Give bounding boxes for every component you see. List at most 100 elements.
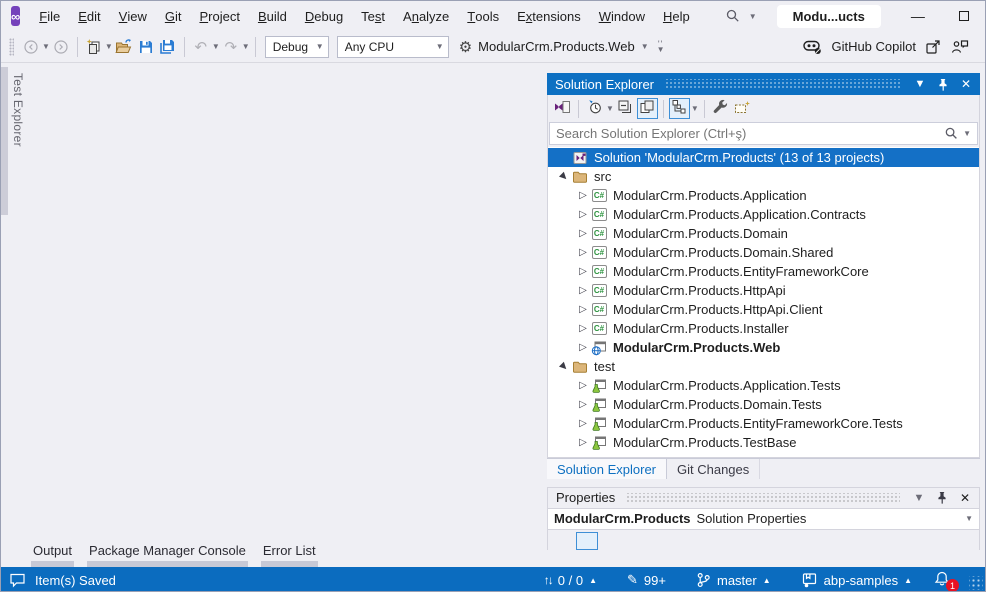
expand-arrow-icon[interactable]: ▷ (575, 247, 591, 258)
tree-row[interactable]: ▷C#ModularCrm.Products.Domain (548, 224, 979, 243)
redo-dropdown-icon[interactable]: ▼ (242, 42, 250, 51)
properties-wrench-button[interactable] (710, 98, 731, 119)
expand-arrow-icon[interactable]: ▷ (575, 437, 591, 448)
menu-analyze[interactable]: Analyze (394, 1, 458, 31)
bottom-tab-package-manager-console[interactable]: Package Manager Console (87, 541, 248, 567)
notifications-button[interactable]: 1 (933, 570, 955, 590)
menu-tools[interactable]: Tools (458, 1, 508, 31)
navigate-forward-button[interactable] (50, 35, 72, 59)
tree-row[interactable]: ▷C#ModularCrm.Products.EntityFrameworkCo… (548, 262, 979, 281)
feedback-icon[interactable] (951, 39, 969, 55)
search-input[interactable] (556, 126, 944, 141)
bottom-tab-output[interactable]: Output (31, 541, 74, 567)
tree-row[interactable]: ▷C#ModularCrm.Products.HttpApi.Client (548, 300, 979, 319)
tree-row[interactable]: ▷ModularCrm.Products.Domain.Tests (548, 395, 979, 414)
menu-debug[interactable]: Debug (296, 1, 352, 31)
tree-row[interactable]: ▷ModularCrm.Products.Application.Tests (548, 376, 979, 395)
expand-arrow-icon[interactable]: ▷ (575, 380, 591, 391)
pin-icon[interactable] (934, 490, 950, 506)
alphabetical-button[interactable] (602, 532, 618, 550)
solution-configuration-combo[interactable]: Debug ▼ (265, 36, 329, 58)
expand-arrow-icon[interactable]: ▷ (575, 323, 591, 334)
menu-extensions[interactable]: Extensions (508, 1, 590, 31)
menu-view[interactable]: View (110, 1, 156, 31)
navigate-back-button[interactable] (20, 35, 42, 59)
dropdown-chevron-icon[interactable]: ▼ (691, 104, 699, 113)
tree-row[interactable]: ▷C#ModularCrm.Products.Application (548, 186, 979, 205)
tree-row-solution[interactable]: Solution 'ModularCrm.Products' (13 of 13… (548, 148, 979, 167)
properties-header[interactable]: Properties ▼ ✕ (547, 487, 980, 508)
expand-arrow-icon[interactable]: ▷ (575, 418, 591, 429)
sync-status-button[interactable]: ↑↓ 0 / 0 ▲ (529, 573, 612, 588)
toolbar-overflow-button[interactable]: ''▼ (657, 42, 665, 52)
solution-platform-combo[interactable]: Any CPU ▼ (337, 36, 449, 58)
dropdown-chevron-icon[interactable]: ▼ (606, 104, 614, 113)
menu-project[interactable]: Project (190, 1, 248, 31)
github-copilot-icon[interactable] (803, 38, 822, 55)
window-position-icon[interactable]: ▼ (912, 76, 928, 92)
tree-row[interactable]: ▷ModularCrm.Products.TestBase (548, 433, 979, 452)
search-icon[interactable] (944, 126, 959, 141)
new-project-dropdown-icon[interactable]: ▼ (105, 42, 113, 51)
copilot-label[interactable]: GitHub Copilot (831, 39, 916, 54)
resize-grip[interactable] (969, 576, 983, 590)
save-button[interactable] (135, 35, 157, 59)
menu-test[interactable]: Test (352, 1, 394, 31)
menu-edit[interactable]: Edit (69, 1, 109, 31)
menu-git[interactable]: Git (156, 1, 191, 31)
minimize-button[interactable]: — (895, 1, 941, 31)
sync-with-active-document-button[interactable] (637, 98, 658, 119)
tree-row[interactable]: ▶test (548, 357, 979, 376)
collapse-all-button[interactable] (615, 98, 636, 119)
menu-window[interactable]: Window (590, 1, 654, 31)
expand-arrow-icon[interactable]: ▷ (575, 190, 591, 201)
test-explorer-vertical-tab[interactable]: Test Explorer (1, 67, 28, 215)
share-icon[interactable] (925, 39, 942, 55)
new-project-button[interactable] (83, 35, 105, 59)
close-icon[interactable]: ✕ (957, 490, 973, 506)
properties-object-selector[interactable]: ModularCrm.Products Solution Properties … (547, 508, 980, 530)
expand-arrow-icon[interactable]: ▷ (575, 304, 591, 315)
switch-views-button[interactable] (552, 98, 573, 119)
file-nesting-button[interactable] (669, 98, 690, 119)
menu-help[interactable]: Help (654, 1, 699, 31)
back-dropdown-icon[interactable]: ▼ (42, 42, 50, 51)
git-branch-button[interactable]: master ▲ (681, 572, 786, 588)
categorized-button[interactable] (576, 532, 598, 550)
tree-row[interactable]: ▷C#ModularCrm.Products.Application.Contr… (548, 205, 979, 224)
tab-git-changes[interactable]: Git Changes (667, 459, 760, 479)
collapse-arrow-icon[interactable]: ▶ (554, 357, 573, 376)
tree-row[interactable]: ▷ModularCrm.Products.Web (548, 338, 979, 357)
close-icon[interactable]: ✕ (958, 76, 974, 92)
startup-project-selector[interactable]: ⚙ ModularCrm.Products.Web ▼ (453, 38, 655, 56)
maximize-button[interactable] (941, 1, 986, 31)
tree-row[interactable]: ▷ModularCrm.Products.EntityFrameworkCore… (548, 414, 979, 433)
panel-splitter[interactable] (547, 479, 980, 487)
window-position-icon[interactable]: ▼ (911, 490, 927, 506)
expand-arrow-icon[interactable]: ▷ (575, 399, 591, 410)
pin-icon[interactable] (935, 76, 951, 92)
tree-row[interactable]: ▷C#ModularCrm.Products.Domain.Shared (548, 243, 979, 262)
expand-arrow-icon[interactable]: ▷ (575, 285, 591, 296)
menu-build[interactable]: Build (249, 1, 296, 31)
open-file-button[interactable] (113, 35, 135, 59)
expand-arrow-icon[interactable]: ▷ (575, 266, 591, 277)
undo-dropdown-icon[interactable]: ▼ (212, 42, 220, 51)
tree-row[interactable]: ▷C#ModularCrm.Products.HttpApi (548, 281, 979, 300)
menu-file[interactable]: File (30, 1, 69, 31)
show-all-files-button[interactable] (732, 98, 753, 119)
solution-search-box[interactable]: ▼ (549, 122, 978, 145)
git-repository-button[interactable]: abp-samples ▲ (786, 572, 927, 588)
pending-edits-button[interactable]: ✎ 99+ (612, 572, 681, 588)
search-options-icon[interactable]: ▼ (963, 129, 971, 138)
toolbar-grip[interactable] (9, 38, 14, 56)
tree-row[interactable]: ▶src (548, 167, 979, 186)
collapse-arrow-icon[interactable]: ▶ (554, 167, 573, 186)
solution-explorer-header[interactable]: Solution Explorer ▼ ✕ (547, 73, 980, 95)
expand-arrow-icon[interactable]: ▷ (575, 228, 591, 239)
tree-row[interactable]: ▷C#ModularCrm.Products.Installer (548, 319, 979, 338)
expand-arrow-icon[interactable]: ▷ (575, 342, 591, 353)
tab-solution-explorer[interactable]: Solution Explorer (547, 459, 667, 479)
redo-button[interactable]: ↷ (220, 35, 242, 59)
bottom-tab-error-list[interactable]: Error List (261, 541, 318, 567)
